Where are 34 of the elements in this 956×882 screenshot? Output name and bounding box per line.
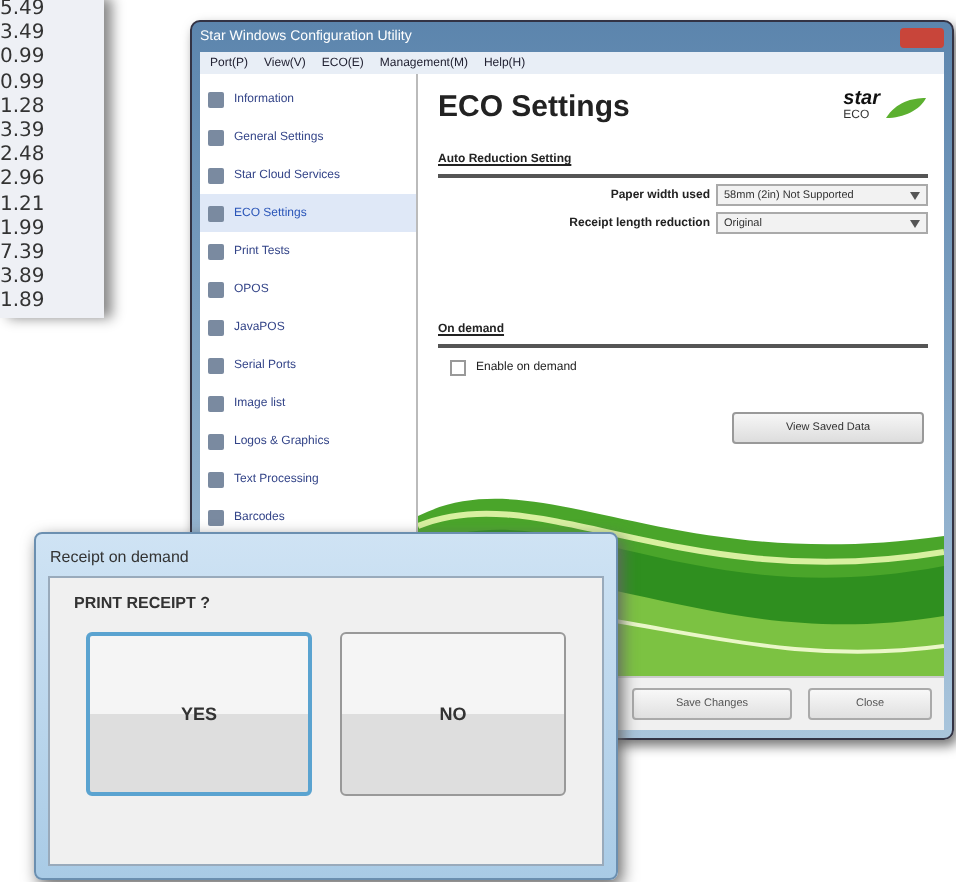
answer-button[interactable]: YES (86, 632, 312, 796)
logo-text: star (843, 90, 880, 110)
price-value: 7.39 (0, 242, 45, 267)
item-icon (208, 357, 224, 373)
price-value: 3.39 (0, 120, 45, 145)
caret-icon (910, 191, 920, 199)
leaf-icon (884, 95, 928, 119)
price-value: 1.21 (0, 193, 45, 218)
item-icon (208, 243, 224, 259)
item-icon (208, 509, 224, 525)
price-value: 1.28 (0, 95, 45, 121)
price-value: 0.99 (0, 46, 45, 72)
caret-icon (910, 219, 920, 227)
answer-button[interactable]: NO (340, 632, 566, 796)
price-value: 1.99 (0, 217, 45, 243)
item-icon (208, 281, 224, 297)
item-icon (208, 471, 224, 487)
item-icon (208, 395, 224, 411)
page-heading: ECO Settings (438, 90, 630, 124)
price-value: 3.89 (0, 266, 45, 291)
item-icon (208, 129, 224, 145)
dialog-title: Receipt on demand (48, 546, 191, 570)
price-value: 0.99 (0, 71, 45, 96)
price-value: 2.48 (0, 144, 45, 169)
price-value: 3.49 (0, 22, 45, 47)
price-value: 2.96 (0, 168, 45, 194)
item-icon (208, 319, 224, 335)
dialog-prompt: PRINT RECEIPT ? (74, 594, 213, 612)
price-value: 1.89 (0, 290, 45, 316)
item-icon (208, 167, 224, 183)
item-icon (208, 433, 224, 449)
item-icon (208, 205, 224, 221)
item-icon (208, 91, 224, 107)
checkbox[interactable] (450, 360, 466, 376)
